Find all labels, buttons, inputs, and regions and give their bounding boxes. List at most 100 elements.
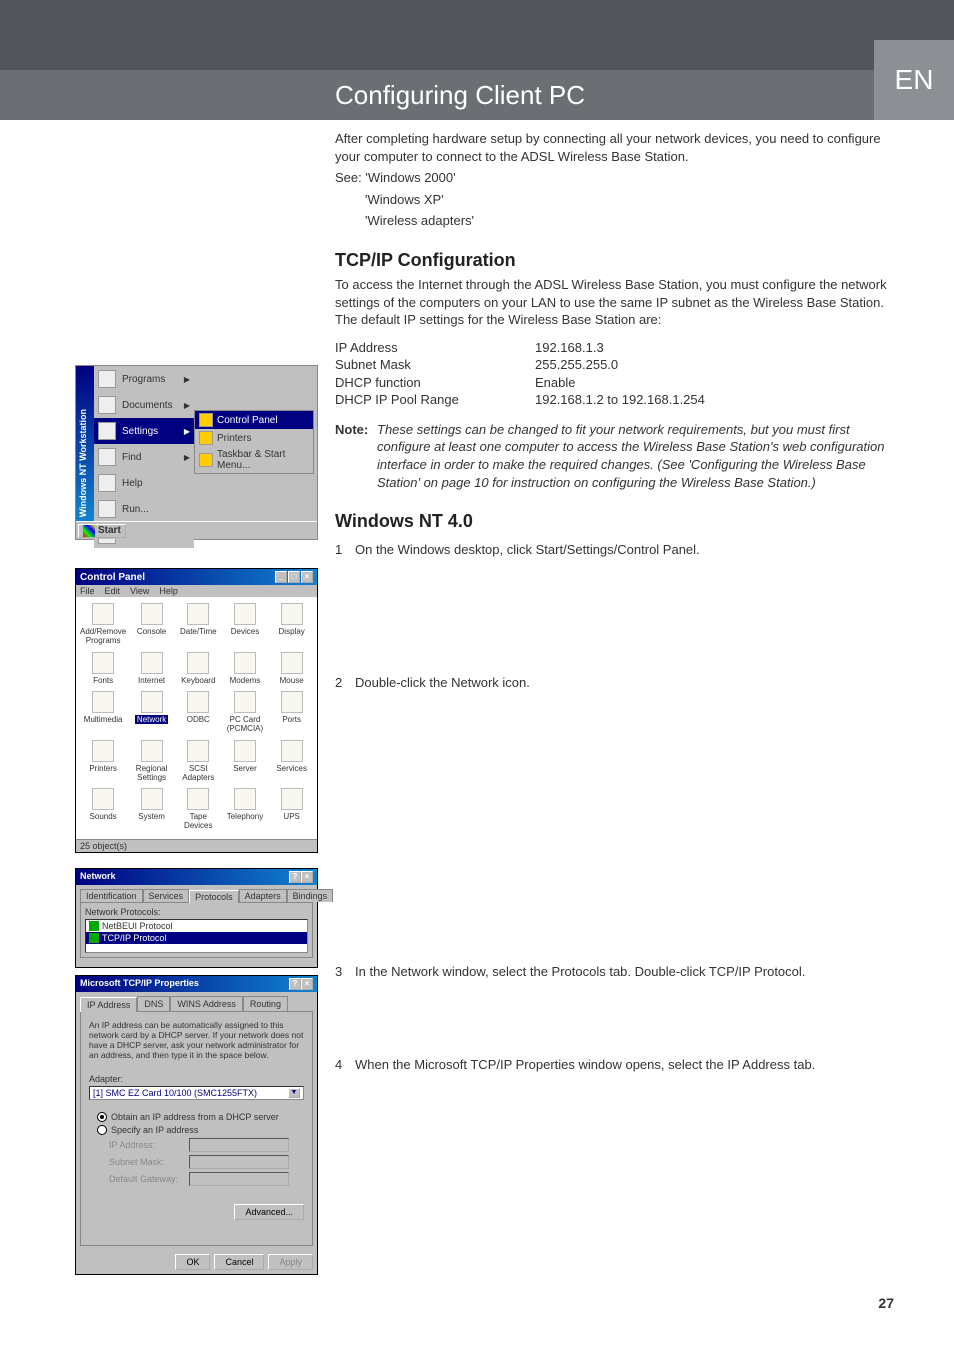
controlpanel-item[interactable]: Server <box>224 740 267 785</box>
controlpanel-item[interactable]: Printers <box>80 740 126 785</box>
language-tag: EN <box>874 40 954 120</box>
figure-network-dialog: Network ? × IdentificationServicesProtoc… <box>75 868 318 968</box>
applet-icon <box>187 788 209 810</box>
controlpanel-item[interactable]: Mouse <box>270 652 313 688</box>
controlpanel-item[interactable]: Services <box>270 740 313 785</box>
maximize-icon[interactable]: □ <box>288 571 300 583</box>
controlpanel-item[interactable]: Network <box>130 691 173 736</box>
applet-icon <box>187 603 209 625</box>
controlpanel-item[interactable]: Multimedia <box>80 691 126 736</box>
controlpanel-item[interactable]: Date/Time <box>177 603 220 648</box>
radio-obtain-dhcp[interactable]: Obtain an IP address from a DHCP server <box>97 1112 304 1122</box>
controlpanel-item[interactable]: Modems <box>224 652 267 688</box>
tab[interactable]: IP Address <box>80 997 137 1012</box>
controlpanel-item[interactable]: UPS <box>270 788 313 833</box>
applet-icon <box>187 652 209 674</box>
startmenu-sidebar: Windows NT Workstation <box>76 366 94 521</box>
controlpanel-item[interactable]: Display <box>270 603 313 648</box>
subnet-mask-field: Subnet Mask: <box>109 1155 304 1169</box>
tab[interactable]: Bindings <box>287 889 334 902</box>
tab[interactable]: WINS Address <box>170 996 243 1011</box>
chevron-down-icon[interactable]: ▼ <box>288 1088 300 1098</box>
tab[interactable]: Identification <box>80 889 143 902</box>
tab[interactable]: Routing <box>243 996 288 1011</box>
controlpanel-titlebar: Control Panel _ □ × <box>76 569 317 585</box>
controlpanel-item[interactable]: Add/Remove Programs <box>80 603 126 648</box>
tab[interactable]: Protocols <box>189 890 239 903</box>
radio-specify-ip[interactable]: Specify an IP address <box>97 1125 304 1135</box>
applet-icon <box>234 691 256 713</box>
submenu-item[interactable]: Control Panel <box>195 411 313 429</box>
folder-icon <box>199 453 213 467</box>
figure-control-panel: Control Panel _ □ × File Edit View Help Add… <box>75 568 318 853</box>
applet-icon <box>187 740 209 762</box>
close-icon[interactable]: × <box>301 871 313 883</box>
ok-button[interactable]: OK <box>175 1254 210 1270</box>
startmenu-item[interactable]: Programs▶ <box>94 366 194 392</box>
protocol-item[interactable]: TCP/IP Protocol <box>86 932 307 944</box>
network-titlebar: Network ? × <box>76 869 317 885</box>
figure-start-menu: Windows NT Workstation Programs▶Document… <box>75 365 318 540</box>
controlpanel-item[interactable]: Ports <box>270 691 313 736</box>
startmenu-item[interactable]: Run... <box>94 496 194 522</box>
tab[interactable]: Adapters <box>239 889 287 902</box>
controlpanel-item[interactable]: System <box>130 788 173 833</box>
protocol-item[interactable]: NetBEUI Protocol <box>86 920 307 932</box>
help-icon[interactable]: ? <box>289 871 301 883</box>
submenu-item[interactable]: Taskbar & Start Menu... <box>195 447 313 473</box>
folder-icon <box>199 431 213 445</box>
tab[interactable]: Services <box>143 889 190 902</box>
applet-icon <box>141 691 163 713</box>
submenu-arrow-icon: ▶ <box>184 375 190 384</box>
controlpanel-item[interactable]: Internet <box>130 652 173 688</box>
submenu-arrow-icon: ▶ <box>184 427 190 436</box>
applet-icon <box>141 788 163 810</box>
controlpanel-item[interactable]: Devices <box>224 603 267 648</box>
controlpanel-item[interactable]: SCSI Adapters <box>177 740 220 785</box>
step-2: 2 Double-click the Network icon. <box>335 674 895 692</box>
startmenu-item[interactable]: Settings▶ <box>94 418 194 444</box>
controlpanel-item[interactable]: ODBC <box>177 691 220 736</box>
tcpip-paragraph: To access the Internet through the ADSL … <box>335 276 895 329</box>
title-band: Configuring Client PC EN <box>0 70 954 120</box>
menu-item-icon <box>98 370 116 388</box>
see-line: See: 'Windows 2000' <box>335 169 895 187</box>
adapter-combobox[interactable]: [1] SMC EZ Card 10/100 (SMC1255FTX) ▼ <box>89 1086 304 1100</box>
close-icon[interactable]: × <box>301 978 313 990</box>
submenu-item[interactable]: Printers <box>195 429 313 447</box>
apply-button[interactable]: Apply <box>268 1254 313 1270</box>
controlpanel-item[interactable]: Sounds <box>80 788 126 833</box>
startmenu-item[interactable]: Help <box>94 470 194 496</box>
close-icon[interactable]: × <box>301 571 313 583</box>
controlpanel-item[interactable]: Console <box>130 603 173 648</box>
ip-address-field: IP Address: <box>109 1138 304 1152</box>
controlpanel-item[interactable]: Fonts <box>80 652 126 688</box>
menu-item[interactable]: Edit <box>105 586 121 596</box>
controlpanel-item[interactable]: Tape Devices <box>177 788 220 833</box>
startmenu-item[interactable]: Find▶ <box>94 444 194 470</box>
menu-item[interactable]: Help <box>159 586 178 596</box>
tcpip-heading: TCP/IP Configuration <box>335 248 895 272</box>
applet-icon <box>141 603 163 625</box>
applet-icon <box>234 603 256 625</box>
menu-item[interactable]: File <box>80 586 95 596</box>
intro-paragraph: After completing hardware setup by conne… <box>335 130 895 165</box>
advanced-button[interactable]: Advanced... <box>234 1204 304 1220</box>
menu-item[interactable]: View <box>130 586 149 596</box>
cancel-button[interactable]: Cancel <box>214 1254 264 1270</box>
applet-icon <box>234 788 256 810</box>
startmenu-item[interactable]: Documents▶ <box>94 392 194 418</box>
controlpanel-item[interactable]: Keyboard <box>177 652 220 688</box>
step-4: 4 When the Microsoft TCP/IP Properties w… <box>335 1056 895 1074</box>
protocols-listbox[interactable]: NetBEUI ProtocolTCP/IP Protocol <box>85 919 308 953</box>
windows-flag-icon <box>83 525 95 537</box>
controlpanel-item[interactable]: Telephony <box>224 788 267 833</box>
start-button[interactable]: Start <box>78 524 126 538</box>
tab[interactable]: DNS <box>137 996 170 1011</box>
controlpanel-item[interactable]: PC Card (PCMCIA) <box>224 691 267 736</box>
help-icon[interactable]: ? <box>289 978 301 990</box>
controlpanel-item[interactable]: Regional Settings <box>130 740 173 785</box>
controlpanel-menubar[interactable]: File Edit View Help <box>76 585 317 597</box>
controlpanel-statusbar: 25 object(s) <box>76 839 317 852</box>
minimize-icon[interactable]: _ <box>275 571 287 583</box>
